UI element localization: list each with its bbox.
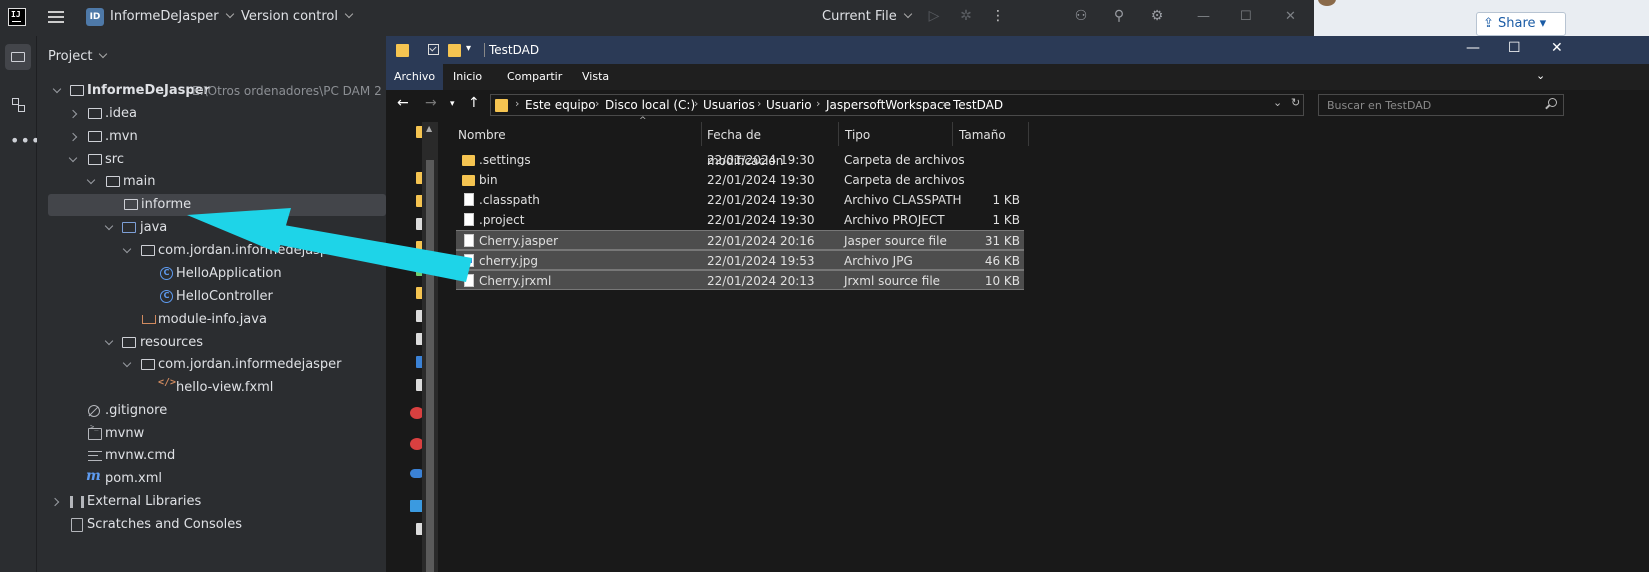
drag-annotation-arrow — [187, 208, 472, 282]
annotation-arrow-shaft — [270, 224, 472, 282]
screen: IJ ID InformeDeJasper Version control Cu… — [0, 0, 1649, 572]
